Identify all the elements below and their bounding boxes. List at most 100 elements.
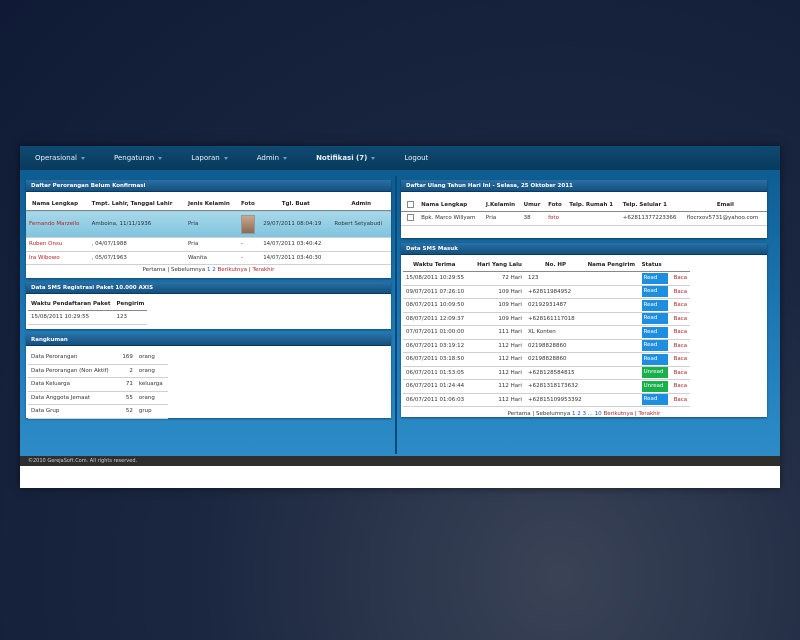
table-row: 09/07/2011 07:26:10 109 Hari +62811984952 R… <box>403 285 691 299</box>
panel-sms-masuk: Data SMS Masuk Waktu Terima Hari Yang La… <box>401 243 767 417</box>
admin-cell <box>331 237 391 252</box>
nav-label: Logout <box>404 154 429 162</box>
sender-name-cell <box>584 285 639 299</box>
photo-cell: - <box>238 237 261 252</box>
table-row: Bpk. Marco Willyam Pria 38 foto +6281137… <box>401 211 767 226</box>
pager-last[interactable]: Terakhir <box>253 267 275 273</box>
time-cell: 08/07/2011 10:09:50 <box>403 298 468 313</box>
time-cell: 08/07/2011 12:09:37 <box>403 312 468 326</box>
sms-inbox-table: Waktu Terima Hari Yang Lalu No. HP Nama … <box>403 259 691 407</box>
pager-first[interactable]: Pertama <box>508 411 531 417</box>
read-link[interactable]: Baca <box>670 285 691 299</box>
pager-page-3[interactable]: 3 <box>582 411 586 417</box>
phone-cell: +62811984952 <box>524 285 585 299</box>
sender-name-cell <box>584 271 639 286</box>
col-header: Pengirim <box>113 298 148 311</box>
table-row: 06/07/2011 01:24:44 112 Hari +628131817363… <box>403 379 691 394</box>
person-name-link[interactable]: Ira Wibowo <box>26 251 89 265</box>
read-link[interactable]: Baca <box>670 393 691 407</box>
status-cell: Read <box>638 339 671 353</box>
table-header: Nama Lengkap J.Kelamin Umur Foto Telp. R… <box>401 199 767 212</box>
col-header: Tmpt. Lahir, Tanggal Lahir <box>88 198 185 211</box>
phone-cell: 02192931487 <box>524 298 585 313</box>
col-header: Email <box>683 199 767 212</box>
chevron-down-icon <box>158 156 163 160</box>
days-ago-cell: 112 Hari <box>467 393 525 407</box>
col-header: Umur <box>520 199 546 212</box>
read-link[interactable]: Baca <box>670 366 691 380</box>
summary-unit: grup <box>135 404 168 419</box>
pager-last[interactable]: Terakhir <box>639 411 661 417</box>
read-link[interactable]: Baca <box>670 298 691 313</box>
days-ago-cell: 109 Hari <box>467 312 525 326</box>
time-cell: 15/08/2011 10:29:55 <box>403 271 468 286</box>
sender-name-cell <box>584 339 639 353</box>
photo-link[interactable]: foto <box>545 211 567 226</box>
summary-unit: orang <box>135 391 168 405</box>
read-link[interactable]: Baca <box>670 325 691 340</box>
table-row[interactable]: Ruben Onsu , 04/07/1988 Pria - 14/07/201… <box>26 237 391 252</box>
summary-count: 71 <box>118 377 136 392</box>
read-link[interactable]: Baca <box>670 379 691 394</box>
read-link[interactable]: Baca <box>670 271 691 286</box>
pager-prev[interactable]: Sebelumnya <box>536 411 570 417</box>
gender-cell: Wanita <box>184 251 238 265</box>
column-divider <box>395 176 397 454</box>
email-cell: flocrxov5731@yahoo.com <box>683 211 767 226</box>
select-all-checkbox[interactable] <box>407 200 414 208</box>
pager-page-2[interactable]: 2 <box>577 411 581 417</box>
table-header: Nama Lengkap Tmpt. Lahir, Tanggal Lahir … <box>26 198 391 211</box>
created-cell: 14/07/2011 03:40:42 <box>260 237 332 252</box>
pager-next[interactable]: Berikutnya <box>217 267 247 273</box>
read-link[interactable]: Baca <box>670 312 691 326</box>
panel-title: Daftar Perorangan Belum Konfirmasi <box>26 180 391 192</box>
nav-logout[interactable]: Logout <box>389 146 442 170</box>
nav-notifikasi[interactable]: Notifikasi (7) <box>301 146 389 170</box>
pagination: Pertama | Sebelumnya 1 2 Berikutnya | Te… <box>142 267 275 273</box>
summary-label: Data Perorangan (Non Aktif) <box>28 364 119 378</box>
sender-name-cell <box>584 298 639 313</box>
days-ago-cell: 112 Hari <box>467 339 525 353</box>
time-cell: 09/07/2011 07:26:10 <box>403 285 468 299</box>
time-cell: 15/08/2011 10:29:55 <box>28 310 114 325</box>
table-row[interactable]: Fernando Marzello Amboina, 11/11/1936 Pr… <box>26 210 391 238</box>
pager-page-1[interactable]: 1 <box>207 267 211 273</box>
table-row: 15/08/2011 10:29:55 123 <box>28 310 148 325</box>
pager-prev[interactable]: Sebelumnya <box>171 267 205 273</box>
status-badge: Read <box>641 286 668 298</box>
nav-pengaturan[interactable]: Pengaturan <box>99 146 176 170</box>
pager-next[interactable]: Berikutnya <box>603 411 633 417</box>
phone-cell: 02198828860 <box>524 339 585 353</box>
person-name-link[interactable]: Fernando Marzello <box>26 210 89 238</box>
birthday-table: Nama Lengkap J.Kelamin Umur Foto Telp. R… <box>401 199 767 226</box>
summary-row: Data Perorangan 169 orang <box>28 351 168 365</box>
table-header: Waktu Pendaftaran Paket Pengirim <box>28 298 148 311</box>
read-link[interactable]: Baca <box>670 352 691 367</box>
read-link[interactable]: Baca <box>670 339 691 353</box>
status-cell: Unread <box>638 379 671 394</box>
col-header: Telp. Rumah 1 <box>566 199 620 212</box>
person-name-link[interactable]: Ruben Onsu <box>26 237 89 252</box>
days-ago-cell: 112 Hari <box>467 379 525 394</box>
pager-page-2[interactable]: 2 <box>212 267 216 273</box>
person-photo <box>241 214 255 234</box>
pager-page-1[interactable]: 1 <box>572 411 576 417</box>
sender-name-cell <box>584 325 639 340</box>
select-all-col <box>401 199 419 212</box>
table-row[interactable]: Ira Wibowo , 05/07/1963 Wanita - 14/07/2… <box>26 251 391 265</box>
col-header: Admin <box>331 198 391 211</box>
nav-operasional[interactable]: Operasional <box>20 146 99 170</box>
pager-first[interactable]: Pertama <box>143 267 166 273</box>
pager-page-10[interactable]: 10 <box>595 411 602 417</box>
row-checkbox[interactable] <box>407 213 414 221</box>
summary-row: Data Perorangan (Non Aktif) 2 orang <box>28 364 168 378</box>
status-badge: Read <box>641 272 668 284</box>
phone-cell: 123 <box>524 271 585 286</box>
dashboard-content: Daftar Perorangan Belum Konfirmasi Nama … <box>20 170 780 456</box>
phone-cell: +628128584815 <box>524 366 585 380</box>
nav-laporan[interactable]: Laporan <box>176 146 242 170</box>
home-phone-cell <box>566 211 620 226</box>
col-header: Foto <box>238 198 261 211</box>
panel-title: Data SMS Registrasi Paket 10.000 AXIS <box>26 282 391 294</box>
nav-admin[interactable]: Admin <box>242 146 301 170</box>
